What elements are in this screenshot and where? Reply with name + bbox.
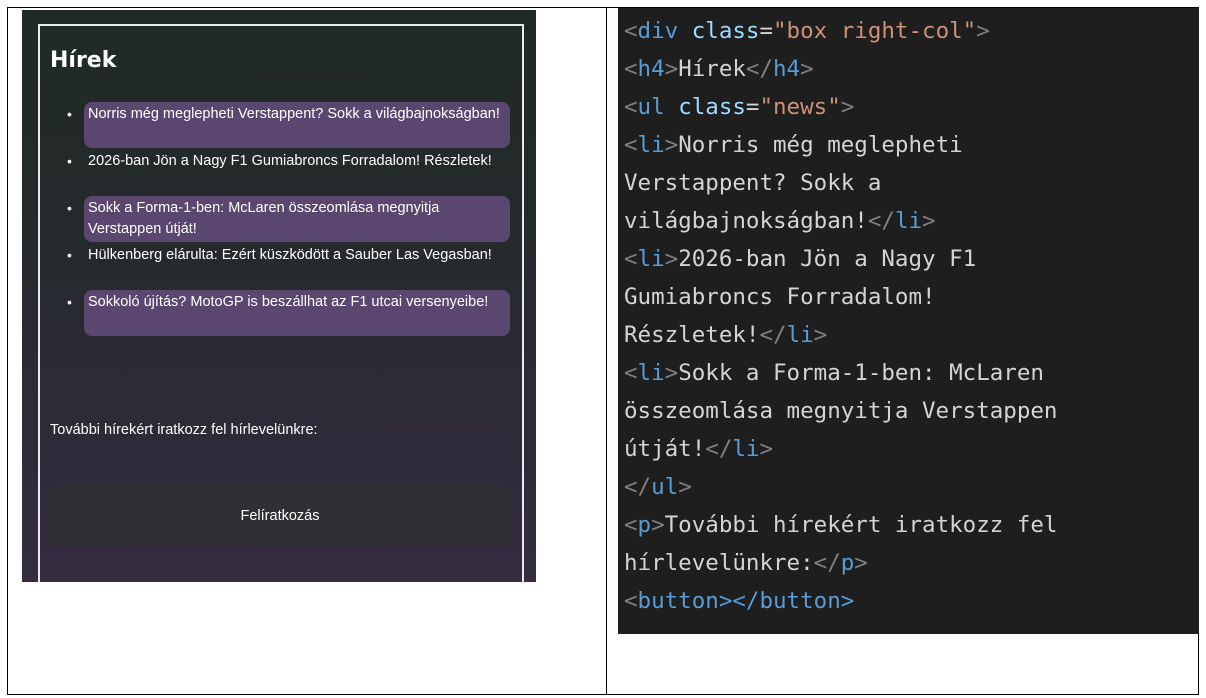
- code-line: hírlevelünkre:</p>: [624, 550, 868, 576]
- code-line: összeomlása megnyitja Verstappen: [624, 398, 1058, 424]
- news-list: • Norris még meglepheti Verstappent? Sokk…: [67, 102, 510, 337]
- news-item-text: Norris még meglepheti Verstappent? Sokk …: [88, 106, 500, 122]
- code-line: Verstappent? Sokk a: [624, 170, 882, 196]
- code-line: <li>Norris még meglepheti: [624, 132, 963, 158]
- bullet-icon: •: [67, 294, 72, 310]
- preview-cell: Hírek • Norris még meglepheti Verstappent…: [7, 7, 607, 695]
- code-line: útját!</li>: [624, 436, 774, 462]
- subscribe-text: További hírekért iratkozz fel hírlevelün…: [50, 422, 318, 438]
- news-item-text: Sokk a Forma-1-ben: McLaren összeomlása …: [88, 200, 440, 237]
- bullet-icon: •: [67, 106, 72, 122]
- code-line: <button></button>: [624, 588, 855, 614]
- code-cell: <div class="box right-col"> <h4>Hírek</h…: [606, 7, 1199, 695]
- news-heading: Hírek: [50, 48, 117, 73]
- code-line: <li>Sokk a Forma-1-ben: McLaren: [624, 360, 1044, 386]
- code-line: Gumiabroncs Forradalom!: [624, 284, 936, 310]
- code-line: <h4>Hírek</h4>: [624, 56, 814, 82]
- code-line: <p>További hírekért iratkozz fel: [624, 512, 1058, 538]
- news-item[interactable]: • Norris még meglepheti Verstappent? Sokk…: [67, 102, 510, 148]
- news-item[interactable]: • Hülkenberg elárulta: Ezért küszködött a…: [67, 243, 510, 289]
- news-item[interactable]: • 2026-ban Jön a Nagy F1 Gumiabroncs Forr…: [67, 149, 510, 195]
- bullet-icon: •: [67, 247, 72, 263]
- rendered-preview: Hírek • Norris még meglepheti Verstappent…: [22, 10, 536, 582]
- news-item[interactable]: • Sokkoló újítás? MotoGP is beszállhat az…: [67, 290, 510, 336]
- code-view: <div class="box right-col"> <h4>Hírek</h…: [618, 8, 1199, 634]
- news-item-text: 2026-ban Jön a Nagy F1 Gumiabroncs Forra…: [88, 153, 492, 169]
- news-item[interactable]: • Sokk a Forma-1-ben: McLaren összeomlása…: [67, 196, 510, 242]
- news-item-text: Sokkoló újítás? MotoGP is beszállhat az …: [88, 294, 489, 310]
- code-line: <ul class="news">: [624, 94, 855, 120]
- code-line: Részletek!</li>: [624, 322, 828, 348]
- bullet-icon: •: [67, 153, 72, 169]
- bullet-icon: •: [67, 200, 72, 216]
- code-line: <div class="box right-col">: [624, 18, 990, 44]
- news-item-text: Hülkenberg elárulta: Ezért küszködött a …: [88, 247, 492, 263]
- code-line: </ul>: [624, 474, 692, 500]
- subscribe-button[interactable]: Felíratkozás: [50, 486, 510, 546]
- document-table: Hírek • Norris még meglepheti Verstappent…: [7, 7, 1199, 695]
- code-line: világbajnokságban!</li>: [624, 208, 936, 234]
- code-line: <li>2026-ban Jön a Nagy F1: [624, 246, 977, 272]
